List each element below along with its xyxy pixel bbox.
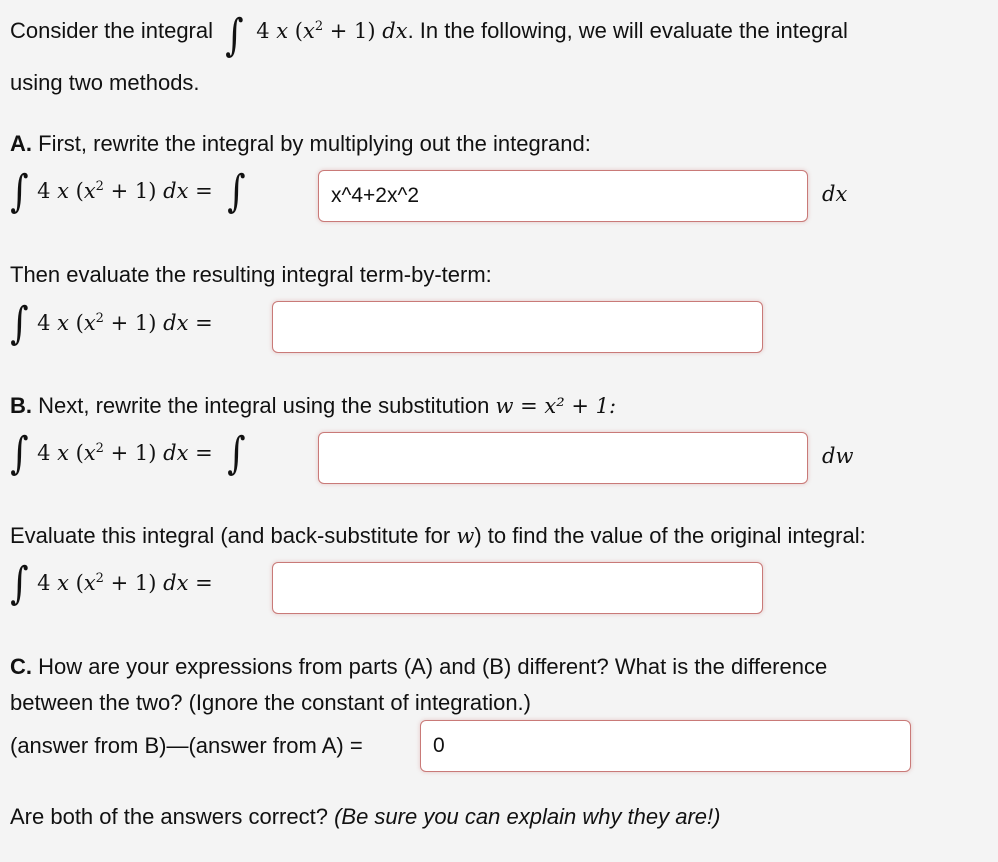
lhs-integrand: 4 x (x2 + 1) dx = xyxy=(37,179,213,203)
intro-suffix: . In the following, we will evaluate the… xyxy=(407,18,848,43)
integral-sign-icon: ∫ xyxy=(227,166,246,217)
part-c-label: C. xyxy=(10,654,32,679)
integral-sign-icon: ∫ xyxy=(10,298,29,349)
lhs-integrand: 4 x (x2 + 1) dx = xyxy=(37,311,213,335)
part-a-rewrite-expression: ∫ 4 x (x2 + 1) dx = ∫ xyxy=(8,170,248,214)
difference-input[interactable]: 0 xyxy=(420,720,911,772)
lhs-integrand: 4 x (x2 + 1) dx = xyxy=(37,441,213,465)
part-b-rewrite-expression: ∫ 4 x (x2 + 1) dx = ∫ xyxy=(8,432,248,476)
part-a-rewrite-input[interactable]: x^4+2x^2 xyxy=(318,170,808,222)
part-c-line-2: between the two? (Ignore the constant of… xyxy=(10,690,531,715)
evaluate-variable: w xyxy=(456,524,475,548)
final-question: Are both of the answers correct? xyxy=(10,804,328,829)
part-b-label: B. xyxy=(10,393,32,418)
part-b-text: Next, rewrite the integral using the sub… xyxy=(38,393,490,418)
integral-sign-icon: ∫ xyxy=(10,166,29,217)
evaluate-text-start: Evaluate this integral (and back-substit… xyxy=(10,523,451,548)
dw-label: dw xyxy=(822,444,854,468)
part-a-then-text: Then evaluate the resulting integral ter… xyxy=(10,262,492,287)
intro-prefix: Consider the integral xyxy=(10,18,214,43)
integral-sign-icon: ∫ xyxy=(225,10,244,61)
intro-line-2: using two methods. xyxy=(10,70,200,95)
evaluate-text-end: ) to find the value of the original inte… xyxy=(474,523,866,548)
part-a-label: A. xyxy=(10,131,32,156)
part-a-evaluate-input[interactable] xyxy=(272,301,763,353)
intro-line-1: Consider the integral ∫ 4 x (x2 + 1) dx.… xyxy=(10,14,848,58)
part-a-evaluate-expression: ∫ 4 x (x2 + 1) dx = xyxy=(8,298,213,349)
intro-integrand: 4 x (x2 + 1) dx xyxy=(256,19,408,43)
integral-sign-icon: ∫ xyxy=(10,428,29,479)
substitution-expression: w = x² + 1: xyxy=(495,394,617,418)
part-a-text: First, rewrite the integral by multiplyi… xyxy=(38,131,591,156)
part-b-evaluate-input[interactable] xyxy=(272,562,763,614)
final-question-line: Are both of the answers correct? (Be sur… xyxy=(10,804,720,830)
part-b-heading: B. Next, rewrite the integral using the … xyxy=(10,393,616,419)
part-c-line-1: How are your expressions from parts (A) … xyxy=(38,654,828,679)
difference-label: (answer from B)—(answer from A) = xyxy=(10,733,363,758)
lhs-integrand: 4 x (x2 + 1) dx = xyxy=(37,571,213,595)
dx-label: dx xyxy=(822,182,848,206)
final-note: (Be sure you can explain why they are!) xyxy=(334,804,721,829)
part-b-evaluate-text: Evaluate this integral (and back-substit… xyxy=(10,523,866,549)
part-a-heading: A. First, rewrite the integral by multip… xyxy=(10,131,591,157)
part-b-rewrite-input[interactable] xyxy=(318,432,808,484)
integral-sign-icon: ∫ xyxy=(10,558,29,609)
part-c-heading: C. How are your expressions from parts (… xyxy=(10,654,827,680)
integral-sign-icon: ∫ xyxy=(227,428,246,479)
part-b-evaluate-expression: ∫ 4 x (x2 + 1) dx = xyxy=(8,558,213,609)
